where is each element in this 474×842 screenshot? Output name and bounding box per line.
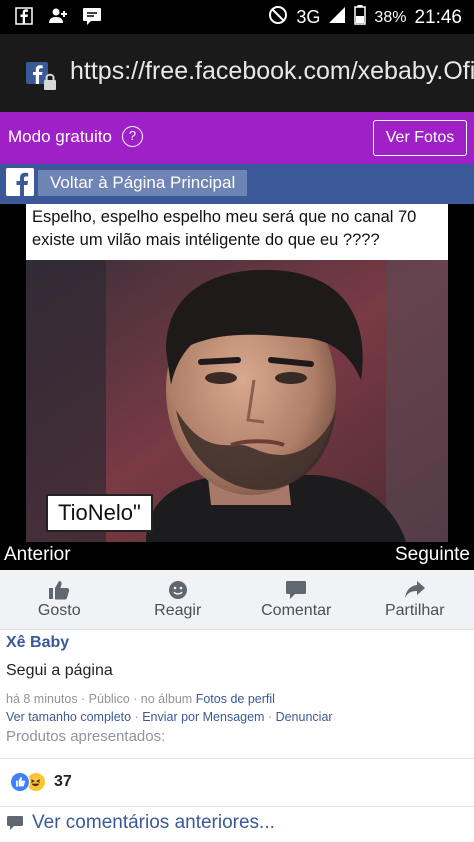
action-bar: Gosto Reagir Comentar Partilhar [0,570,474,630]
signal-icon [328,6,346,29]
clock: 21:46 [414,6,462,28]
send-message-link[interactable]: Enviar por Mensagem [142,710,264,724]
help-icon[interactable]: ? [122,126,143,147]
like-label: Gosto [37,601,81,619]
featured-products: Produtos apresentados: [6,728,166,745]
react-label: Reagir [154,601,202,619]
photo-viewer: Espelho, espelho espelho meu será que no… [0,204,474,570]
facebook-notification-icon [14,6,34,26]
share-icon [404,580,425,598]
battery-percent: 38% [374,8,407,26]
mute-icon [268,5,288,30]
share-button[interactable]: Partilhar [356,570,474,629]
divider [0,758,474,759]
react-button[interactable]: Reagir [119,570,238,629]
messenger-notification-icon [82,6,102,26]
previous-comments-label: Ver comentários anteriores... [32,812,275,833]
share-label: Partilhar [384,601,445,619]
post-meta: há 8 minutos · Público · no álbum Fotos … [6,692,275,706]
smiley-icon [168,580,187,599]
network-type: 3G [296,7,321,27]
album-link[interactable]: Fotos de perfil [196,692,275,706]
url-text[interactable]: https://free.facebook.com/xebaby.Ofi [70,57,474,86]
like-button[interactable]: Gosto [0,570,119,629]
like-reaction-icon [10,772,30,792]
reaction-count: 37 [54,773,72,790]
url-bar[interactable]: https://free.facebook.com/xebaby.Ofi [0,34,474,112]
facebook-logo-icon[interactable] [6,168,34,196]
battery-icon [354,5,367,30]
view-photos-button[interactable]: Ver Fotos [373,120,467,156]
reactions-summary[interactable]: 37 [10,772,72,792]
free-mode-label: Modo gratuito [8,127,112,146]
post-text: Segui a página [6,662,113,679]
comment-icon [286,580,307,599]
post-meta-prefix: há 8 minutos · Público · no álbum [6,692,193,706]
previous-comments-link[interactable]: Ver comentários anteriores... [6,812,275,834]
site-lock-icon [26,62,56,90]
previous-photo-link[interactable]: Anterior [4,544,71,566]
back-bar: Voltar à Página Principal [0,164,474,204]
next-photo-link[interactable]: Seguinte [395,544,470,566]
divider [0,806,474,807]
meme-caption: Espelho, espelho espelho meu será que no… [32,208,417,249]
friend-request-icon [48,6,68,26]
meme-name-tag: TioNelo" [46,494,153,532]
view-full-size-link[interactable]: Ver tamanho completo [6,710,131,724]
comment-label: Comentar [261,601,332,619]
comment-bubble-icon [7,816,23,830]
meme-image[interactable]: Espelho, espelho espelho meu será que no… [26,204,448,542]
status-bar: 3G 38% 21:46 [0,0,474,34]
back-to-main-page-link[interactable]: Voltar à Página Principal [38,170,248,196]
thumbs-up-icon [49,580,70,599]
comment-button[interactable]: Comentar [237,570,356,629]
report-link[interactable]: Denunciar [276,710,333,724]
photo-links: Ver tamanho completo · Enviar por Mensag… [6,710,333,724]
post-author[interactable]: Xê Baby [6,634,69,652]
free-mode-bar: Modo gratuito ? Ver Fotos [0,112,474,164]
